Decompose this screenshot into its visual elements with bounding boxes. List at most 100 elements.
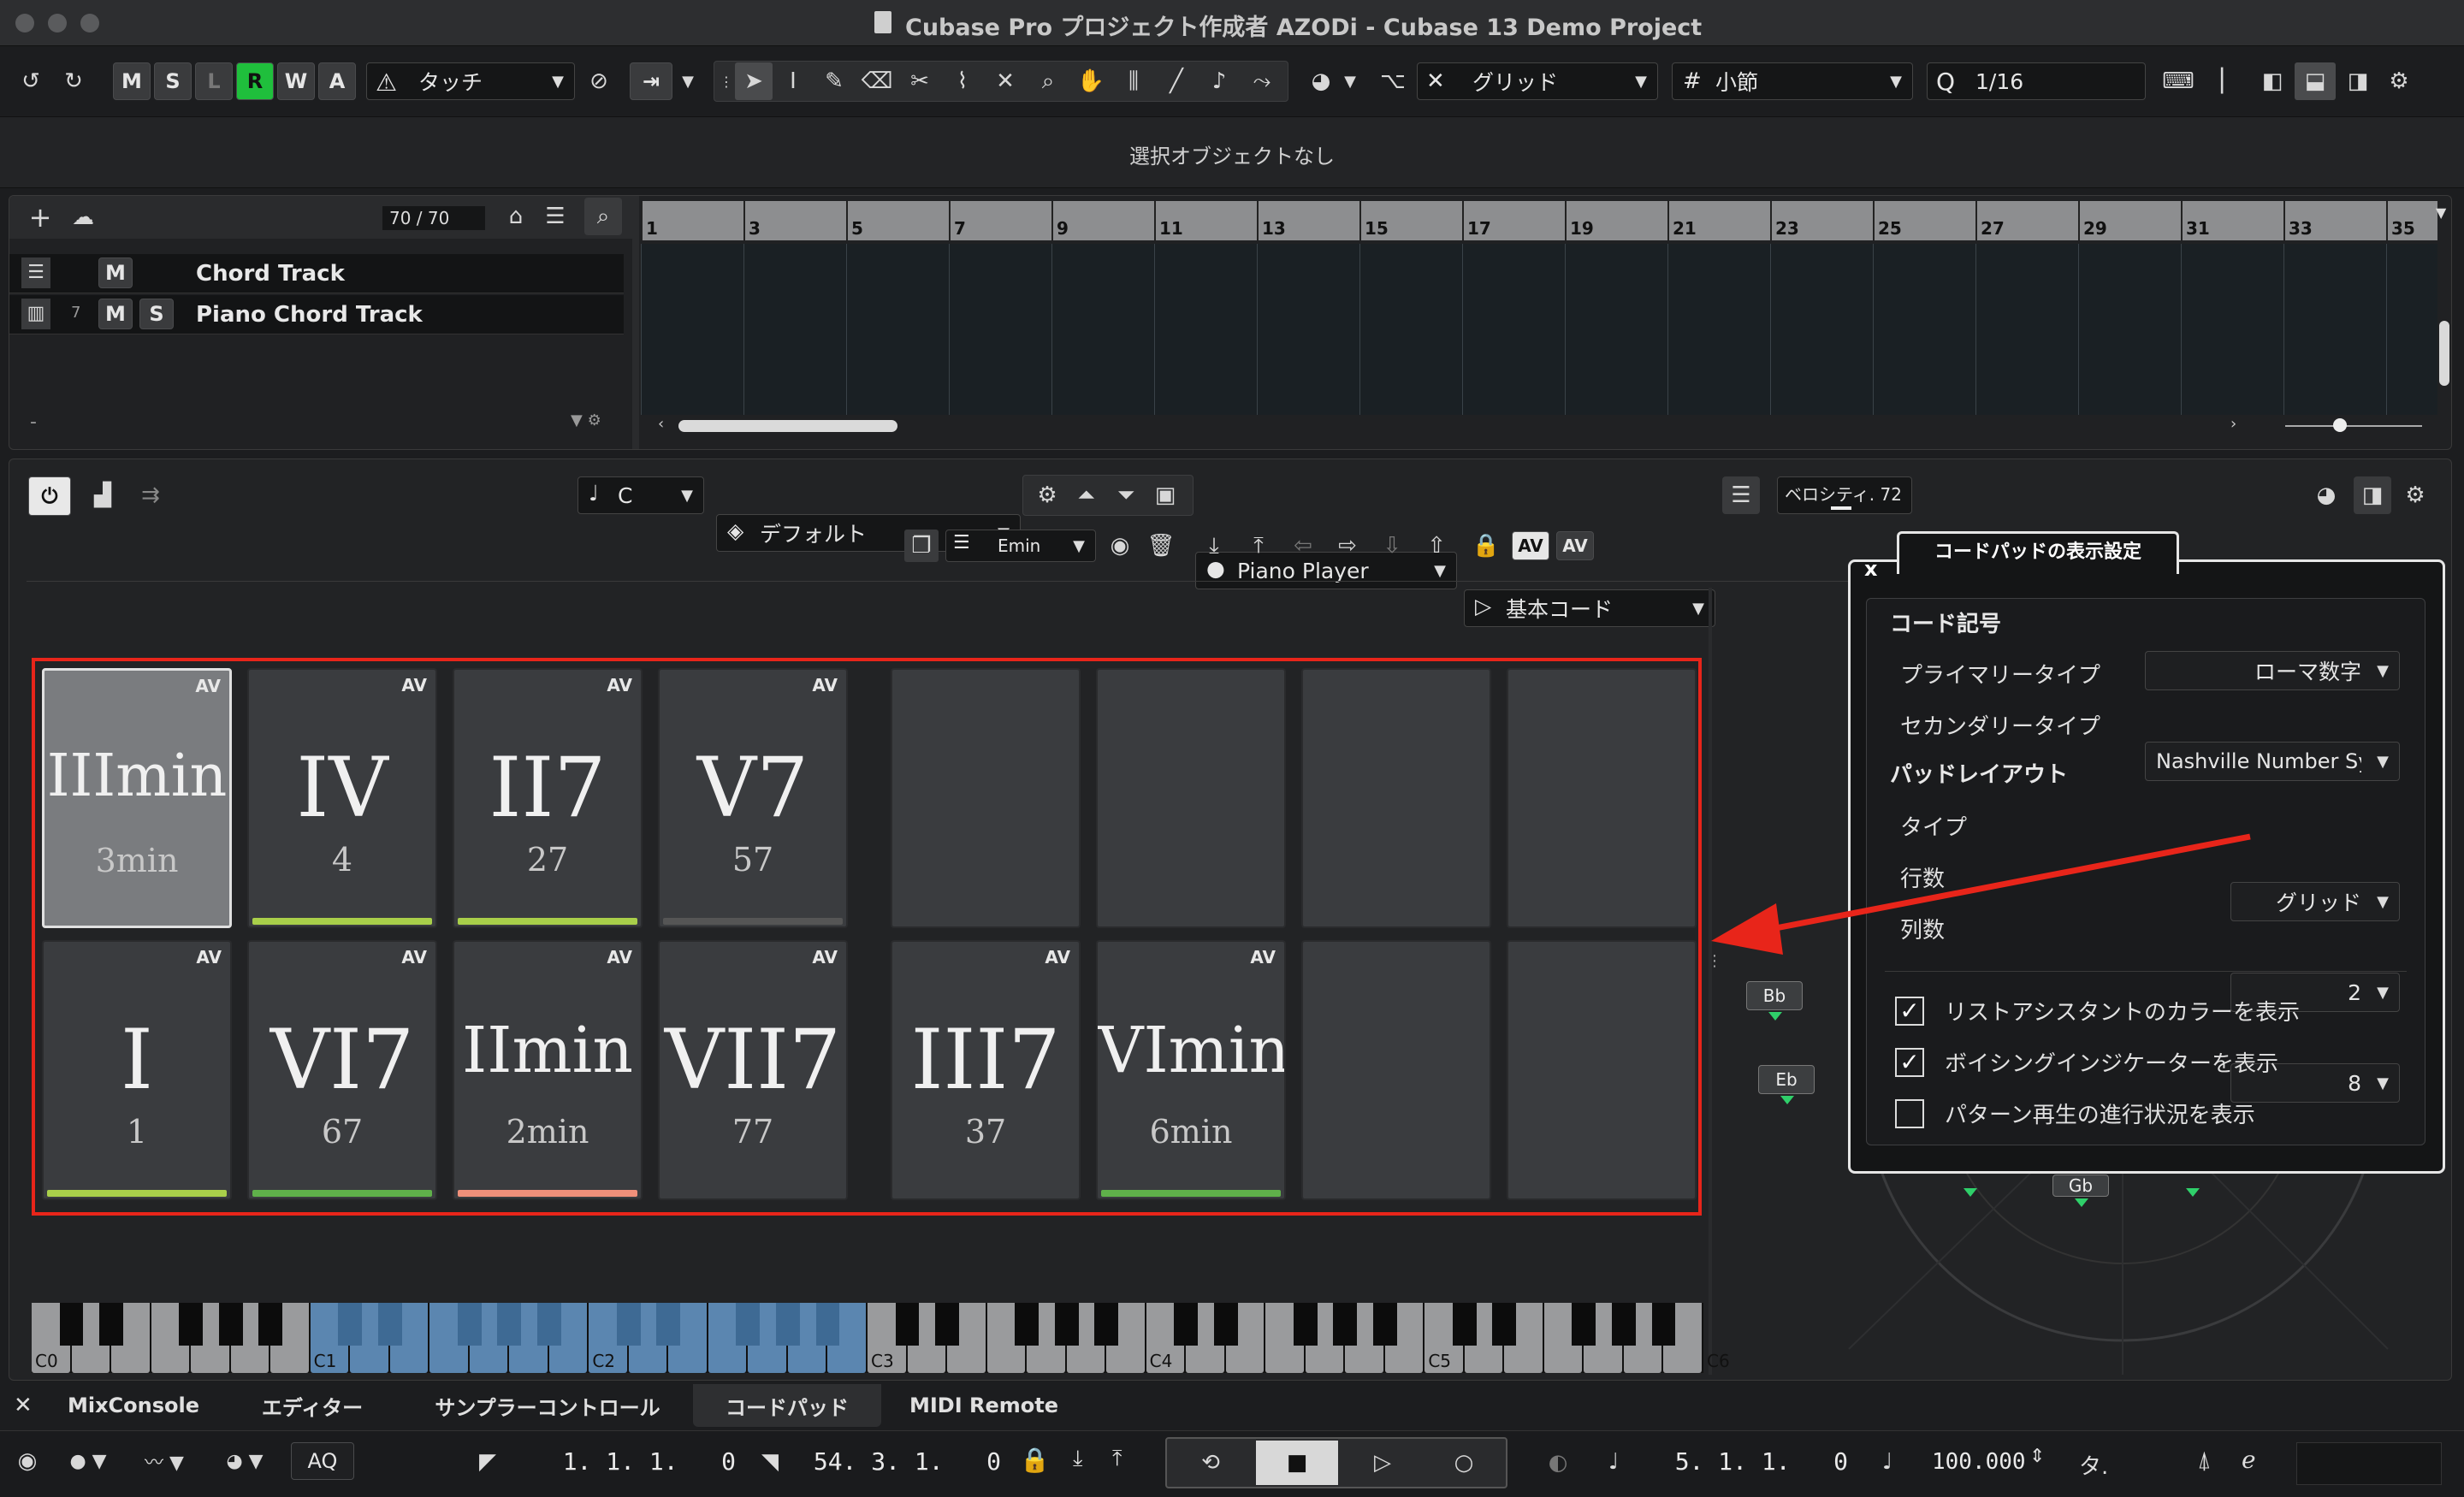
piano-black-key[interactable] xyxy=(1174,1303,1199,1346)
ruler[interactable]: 1 3 5 7 9 11 13 15 17 19 21 23 25 27 29 31 33 35 xyxy=(641,201,2437,240)
keyboard-icon[interactable]: ⌨ xyxy=(2159,62,2197,100)
circle-note-eb[interactable]: Eb xyxy=(1758,1065,1815,1094)
delete-icon[interactable]: 🗑 xyxy=(1144,530,1178,562)
stop-icon[interactable]: ■ xyxy=(1256,1441,1338,1485)
home-icon[interactable]: ⌂ xyxy=(497,198,535,235)
glue-tool-icon[interactable]: ⌇ xyxy=(942,62,983,100)
track-row[interactable]: ▥ 7 M S Piano Chord Track xyxy=(9,295,624,334)
solo-all-button[interactable]: S xyxy=(154,62,192,100)
ruler-menu-icon[interactable]: ▼ xyxy=(2436,204,2451,221)
tab-editor[interactable]: エディター xyxy=(231,1384,394,1427)
event-area[interactable] xyxy=(641,244,2437,415)
tab-chord-pads[interactable]: コードパッド xyxy=(693,1384,881,1427)
voicing-down-icon[interactable]: ⇩ xyxy=(1373,530,1411,562)
piano-black-key[interactable] xyxy=(935,1303,959,1346)
pattern-settings-icon[interactable]: ☰ xyxy=(1722,476,1760,514)
piano-black-key[interactable] xyxy=(1094,1303,1119,1346)
shift-right-icon[interactable]: ⇨ xyxy=(1329,530,1366,562)
pattern-select[interactable]: ▷ 基本コード ▼ xyxy=(1464,589,1715,627)
piano-black-key[interactable] xyxy=(895,1303,920,1346)
scroll-right-icon[interactable]: › xyxy=(2230,415,2236,433)
copy-icon[interactable]: ❐ xyxy=(904,530,939,562)
position-display[interactable]: 5. 1. 1. 0 xyxy=(1643,1447,1848,1476)
save-icon[interactable]: ▣ xyxy=(1148,476,1182,514)
settings-close-button[interactable]: x xyxy=(1864,557,1877,581)
vertical-scrollbar[interactable] xyxy=(2439,321,2449,386)
tab-sampler-control[interactable]: サンプラーコントロール xyxy=(411,1384,684,1427)
undo-icon[interactable]: ↺ xyxy=(12,62,50,100)
move-up-icon[interactable]: ⏶ xyxy=(1069,476,1104,514)
piano-black-key[interactable] xyxy=(775,1303,800,1346)
search-icon[interactable]: ⌕ xyxy=(584,198,622,235)
line-tool-icon[interactable]: ╱ xyxy=(1156,62,1197,100)
chord-assistant-icon[interactable]: ▟ xyxy=(81,476,124,514)
tempo-mode[interactable]: タ. xyxy=(2079,1449,2108,1481)
left-locator-icon[interactable]: ◤ xyxy=(479,1449,496,1475)
activity-icon[interactable]: ◉ xyxy=(9,1442,46,1480)
minimize-window-button[interactable] xyxy=(48,14,67,33)
zoom-slider-handle[interactable] xyxy=(2333,418,2347,432)
piano-black-key[interactable] xyxy=(656,1303,681,1346)
piano-black-key[interactable] xyxy=(1054,1303,1079,1346)
mute-button[interactable]: M xyxy=(98,257,133,288)
horizontal-scrollbar[interactable] xyxy=(678,420,897,432)
random-icon[interactable]: ◉ xyxy=(1103,530,1137,562)
piano-black-key[interactable] xyxy=(1651,1303,1676,1346)
color-palette-icon[interactable]: ◕ xyxy=(1302,62,1340,100)
piano-black-key[interactable] xyxy=(338,1303,363,1346)
pattern-progress-checkbox[interactable] xyxy=(1895,1098,1924,1128)
mute-all-button[interactable]: M xyxy=(113,62,151,100)
piano-black-key[interactable] xyxy=(1213,1303,1238,1346)
piano-black-key[interactable] xyxy=(1492,1303,1517,1346)
snap-type-select[interactable]: ✕ グリッド ▼ xyxy=(1417,62,1658,100)
read-all-button[interactable]: R xyxy=(236,62,274,100)
close-window-button[interactable] xyxy=(15,14,34,33)
tab-mixconsole[interactable]: MixConsole xyxy=(48,1384,219,1427)
solo-button[interactable]: S xyxy=(139,299,174,329)
snap-toggle-icon[interactable]: ⌥ xyxy=(1374,62,1412,100)
audio-mode-icon[interactable]: 〰 ▼ xyxy=(130,1442,198,1480)
punch-icon[interactable]: ◕ ▼ xyxy=(210,1442,279,1480)
split-tool-icon[interactable]: ✂ xyxy=(899,62,940,100)
adaptive-chord-select[interactable]: ☰ Emin ▼ xyxy=(945,530,1096,562)
voicing-indicator-checkbox[interactable]: ✓ xyxy=(1895,1047,1924,1077)
left-locator[interactable]: 1. 1. 1. 0 xyxy=(524,1447,736,1476)
record-mode-icon[interactable]: ● ▼ xyxy=(58,1442,118,1480)
tempo-stepper-icon[interactable]: ⇕ xyxy=(2029,1446,2045,1467)
adaptive-voicing-button[interactable]: AV xyxy=(1512,531,1549,560)
grid-type-select[interactable]: # 小節 ▼ xyxy=(1672,62,1913,100)
chord-flow-icon[interactable]: ⇉ xyxy=(129,476,172,514)
piano-black-key[interactable] xyxy=(736,1303,761,1346)
track-row[interactable]: ☰ M Chord Track xyxy=(9,254,624,293)
piano-black-key[interactable] xyxy=(1611,1303,1636,1346)
settings-icon[interactable]: ⚙ xyxy=(1030,476,1064,514)
piano-black-key[interactable] xyxy=(815,1303,840,1346)
circle-note-bb[interactable]: Bb xyxy=(1746,981,1803,1010)
zoom-slider[interactable] xyxy=(2285,425,2422,427)
lock-icon[interactable]: 🔒 xyxy=(1467,530,1505,562)
settings-tab[interactable]: コードパッドの表示設定 xyxy=(1897,531,2179,574)
chord-pads-power-button[interactable]: ⏻ xyxy=(28,476,71,516)
zoom-tool-icon[interactable]: ⌕ xyxy=(1028,62,1069,100)
panel-layout-icon[interactable]: ◨ xyxy=(2354,476,2391,514)
range-selection-tool-icon[interactable]: Ⅰ xyxy=(774,62,812,100)
automation-mode-select[interactable]: ⚠ タッチ ▼ xyxy=(366,62,575,100)
shift-left-icon[interactable]: ⇦ xyxy=(1284,530,1322,562)
remote-icon[interactable]: ◕ xyxy=(2307,476,2345,514)
right-zone-icon[interactable]: ◨ xyxy=(2337,62,2378,100)
check-assistant-colors[interactable]: ✓ リストアシスタントのカラーを表示 xyxy=(1895,995,2300,1027)
suspend-icon[interactable]: ⊘ xyxy=(580,62,618,100)
piano-black-key[interactable] xyxy=(179,1303,204,1346)
piano-black-key[interactable] xyxy=(1293,1303,1318,1346)
tab-midi-remote[interactable]: MIDI Remote xyxy=(890,1384,1078,1427)
draw-tool-icon[interactable]: ✎ xyxy=(814,62,855,100)
track-presets-icon[interactable]: ☁ xyxy=(64,198,102,236)
velocity-control[interactable]: ベロシティ. 72 xyxy=(1777,476,1912,514)
inspector-zone-icon[interactable]: ◧ xyxy=(2252,62,2293,100)
piano-black-key[interactable] xyxy=(99,1303,123,1346)
left-zone-icon[interactable]: ▏ xyxy=(2209,62,2250,100)
primary-type-select[interactable]: ローマ数字 ▼ xyxy=(2145,651,2400,690)
transport-extra[interactable] xyxy=(2296,1442,2442,1485)
lock-locator-icon[interactable]: 🔒 xyxy=(1020,1446,1050,1474)
move-down-icon[interactable]: ⏷ xyxy=(1109,476,1143,514)
